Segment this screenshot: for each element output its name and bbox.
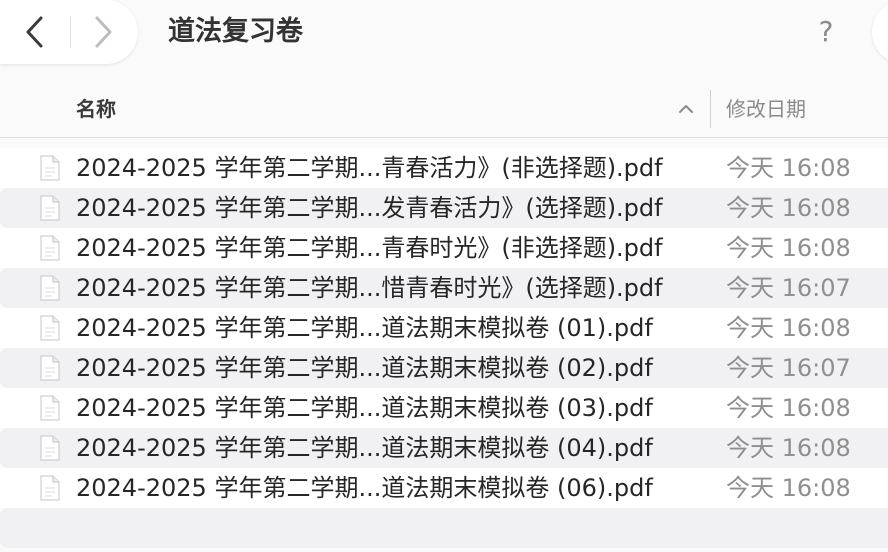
file-modified-date: 今天 16:08 [726,234,851,262]
file-modified-date: 今天 16:08 [726,314,851,342]
file-name: 2024-2025 学年第二学期...青春时光》(非选择题).pdf [76,234,663,262]
file-modified-date: 今天 16:08 [726,434,851,462]
file-name: 2024-2025 学年第二学期...道法期末模拟卷 (04).pdf [76,434,653,462]
file-list: 2024-2025 学年第二学期...青春活力》(非选择题).pdf 今天 16… [0,148,888,548]
back-button[interactable] [2,0,68,64]
pdf-file-icon [40,235,60,261]
file-name: 2024-2025 学年第二学期...惜青春时光》(选择题).pdf [76,274,663,302]
column-date-header[interactable]: 修改日期 [726,80,806,138]
help-button[interactable]: ? [808,12,844,52]
list-item[interactable]: 2024-2025 学年第二学期...惜青春时光》(选择题).pdf 今天 16… [0,268,888,308]
chevron-left-icon [26,16,43,48]
pdf-file-icon [40,315,60,341]
list-item[interactable]: 2024-2025 学年第二学期...道法期末模拟卷 (04).pdf 今天 1… [0,428,888,468]
file-name: 2024-2025 学年第二学期...道法期末模拟卷 (02).pdf [76,354,653,382]
pdf-file-icon [40,195,60,221]
file-name: 2024-2025 学年第二学期...道法期末模拟卷 (03).pdf [76,394,653,422]
pdf-file-icon [40,435,60,461]
list-item[interactable]: 2024-2025 学年第二学期...道法期末模拟卷 (06).pdf 今天 1… [0,468,888,508]
pdf-file-icon [40,155,60,181]
chevron-up-icon[interactable] [676,99,696,119]
file-modified-date: 今天 16:07 [726,354,851,382]
finder-window: 道法复习卷 ? 名称 修改日期 2024-2025 学年第二学期...青春活力》… [0,0,888,552]
list-item[interactable]: 2024-2025 学年第二学期...道法期末模拟卷 (02).pdf 今天 1… [0,348,888,388]
column-divider[interactable] [710,90,711,128]
toolbar-right-pill[interactable] [872,0,888,64]
column-name-header[interactable]: 名称 [76,80,116,138]
file-name: 2024-2025 学年第二学期...青春活力》(非选择题).pdf [76,154,663,182]
file-modified-date: 今天 16:08 [726,394,851,422]
navigation-pill [0,0,138,64]
column-header: 名称 修改日期 [0,80,888,138]
file-modified-date: 今天 16:08 [726,474,851,502]
file-name: 2024-2025 学年第二学期...道法期末模拟卷 (01).pdf [76,314,653,342]
empty-row [0,508,888,548]
file-modified-date: 今天 16:08 [726,154,851,182]
file-modified-date: 今天 16:08 [726,194,851,222]
pdf-file-icon [40,475,60,501]
list-item[interactable]: 2024-2025 学年第二学期...青春时光》(非选择题).pdf 今天 16… [0,228,888,268]
forward-button[interactable] [70,0,136,64]
toolbar: 道法复习卷 ? [0,0,888,66]
pdf-file-icon [40,275,60,301]
pdf-file-icon [40,395,60,421]
file-modified-date: 今天 16:07 [726,274,851,302]
file-name: 2024-2025 学年第二学期...道法期末模拟卷 (06).pdf [76,474,653,502]
list-item[interactable]: 2024-2025 学年第二学期...青春活力》(非选择题).pdf 今天 16… [0,148,888,188]
pdf-file-icon [40,355,60,381]
chevron-right-icon [95,16,112,48]
list-item[interactable]: 2024-2025 学年第二学期...道法期末模拟卷 (01).pdf 今天 1… [0,308,888,348]
file-name: 2024-2025 学年第二学期...发青春活力》(选择题).pdf [76,194,663,222]
list-item[interactable]: 2024-2025 学年第二学期...发青春活力》(选择题).pdf 今天 16… [0,188,888,228]
list-item[interactable]: 2024-2025 学年第二学期...道法期末模拟卷 (03).pdf 今天 1… [0,388,888,428]
window-title: 道法复习卷 [168,16,303,47]
